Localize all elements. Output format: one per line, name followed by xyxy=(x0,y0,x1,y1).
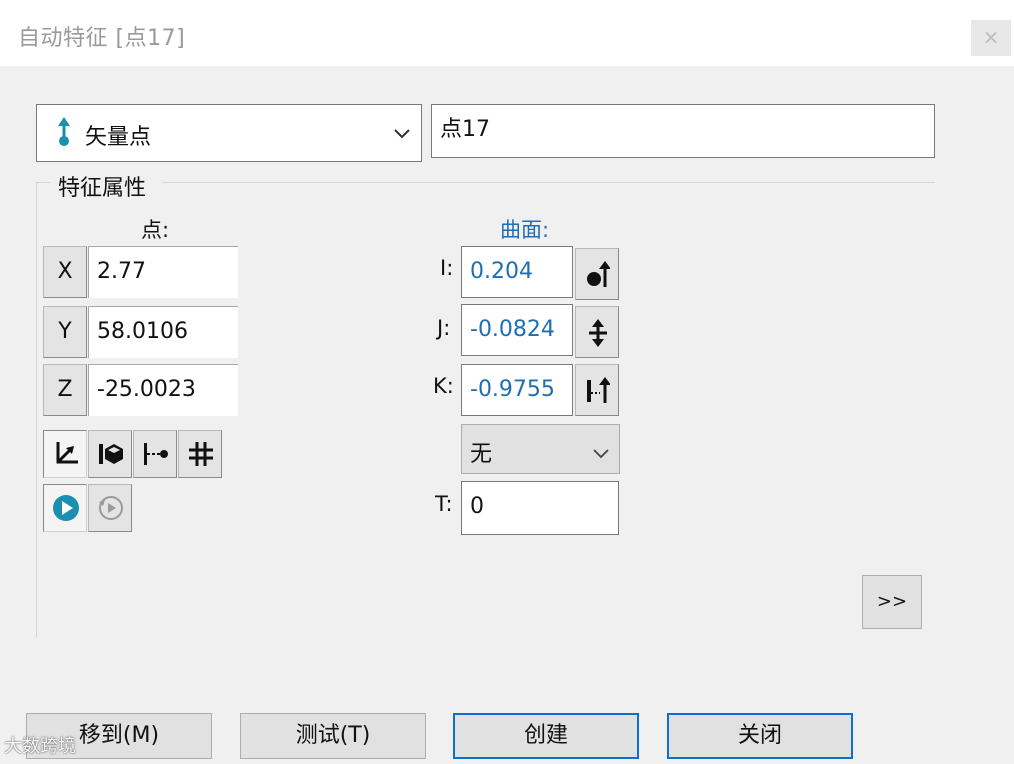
grid-button[interactable] xyxy=(178,430,222,478)
find-vector-button[interactable] xyxy=(575,364,619,416)
replay-button[interactable] xyxy=(88,484,132,532)
vector-point-icon xyxy=(53,117,75,151)
group-border xyxy=(36,182,50,183)
y-axis-button[interactable]: Y xyxy=(43,306,87,358)
probe-surface-icon xyxy=(99,444,123,464)
k-label: K: xyxy=(433,374,454,398)
mode-select-value: 无 xyxy=(470,442,493,467)
j-value-field[interactable]: -0.0824 xyxy=(461,304,573,356)
title-bar: 自动特征 [点17] × xyxy=(0,0,1014,66)
chevron-down-icon xyxy=(393,125,411,144)
chevron-down-icon xyxy=(593,444,609,463)
surface-normal-button[interactable] xyxy=(575,248,619,300)
coordinate-axes-button[interactable] xyxy=(43,430,87,478)
surface-column-label: 曲面: xyxy=(500,218,550,242)
i-value-field[interactable]: 0.204 xyxy=(461,246,573,298)
point-column-label: 点: xyxy=(141,218,170,242)
coordinate-axes-icon xyxy=(56,442,78,464)
auto-feature-dialog: 自动特征 [点17] × 矢量点 点17 特征属性 点: 曲面: X 2.77 … xyxy=(0,0,1014,764)
group-border xyxy=(36,182,37,637)
j-label: J: xyxy=(437,316,451,340)
grid-icon xyxy=(189,442,213,466)
group-title: 特征属性 xyxy=(54,170,151,202)
feature-name-input[interactable]: 点17 xyxy=(431,104,935,158)
i-label: I: xyxy=(440,256,454,280)
close-button[interactable]: 关闭 xyxy=(667,713,853,759)
flip-vector-button[interactable] xyxy=(575,306,619,358)
feature-type-select[interactable]: 矢量点 xyxy=(36,104,422,162)
find-vector-icon xyxy=(587,377,610,403)
surface-normal-icon xyxy=(587,261,610,287)
replay-icon xyxy=(99,496,123,520)
z-value-field[interactable]: -25.0023 xyxy=(88,364,238,416)
t-value-field[interactable]: 0 xyxy=(461,481,619,535)
feature-type-value: 矢量点 xyxy=(85,125,152,150)
test-button[interactable]: 测试(T) xyxy=(240,713,426,759)
point-distance-icon xyxy=(144,443,168,465)
y-value-field[interactable]: 58.0106 xyxy=(88,306,238,358)
play-icon xyxy=(53,495,79,521)
k-value-field[interactable]: -0.9755 xyxy=(461,364,573,416)
t-label: T: xyxy=(435,492,453,516)
expand-more-button[interactable]: >> xyxy=(862,575,922,629)
x-value-field[interactable]: 2.77 xyxy=(88,246,238,298)
create-button[interactable]: 创建 xyxy=(453,713,639,759)
z-axis-button[interactable]: Z xyxy=(43,364,87,416)
x-axis-button[interactable]: X xyxy=(43,246,87,298)
close-window-button[interactable]: × xyxy=(971,20,1011,56)
group-border xyxy=(162,182,935,183)
probe-surface-button[interactable] xyxy=(88,430,132,478)
move-to-button[interactable]: 移到(M) xyxy=(26,713,212,759)
play-button[interactable] xyxy=(43,484,87,532)
window-title: 自动特征 [点17] xyxy=(18,26,186,51)
point-distance-button[interactable] xyxy=(133,430,177,478)
mode-select[interactable]: 无 xyxy=(461,424,620,474)
flip-vector-icon xyxy=(589,319,607,347)
